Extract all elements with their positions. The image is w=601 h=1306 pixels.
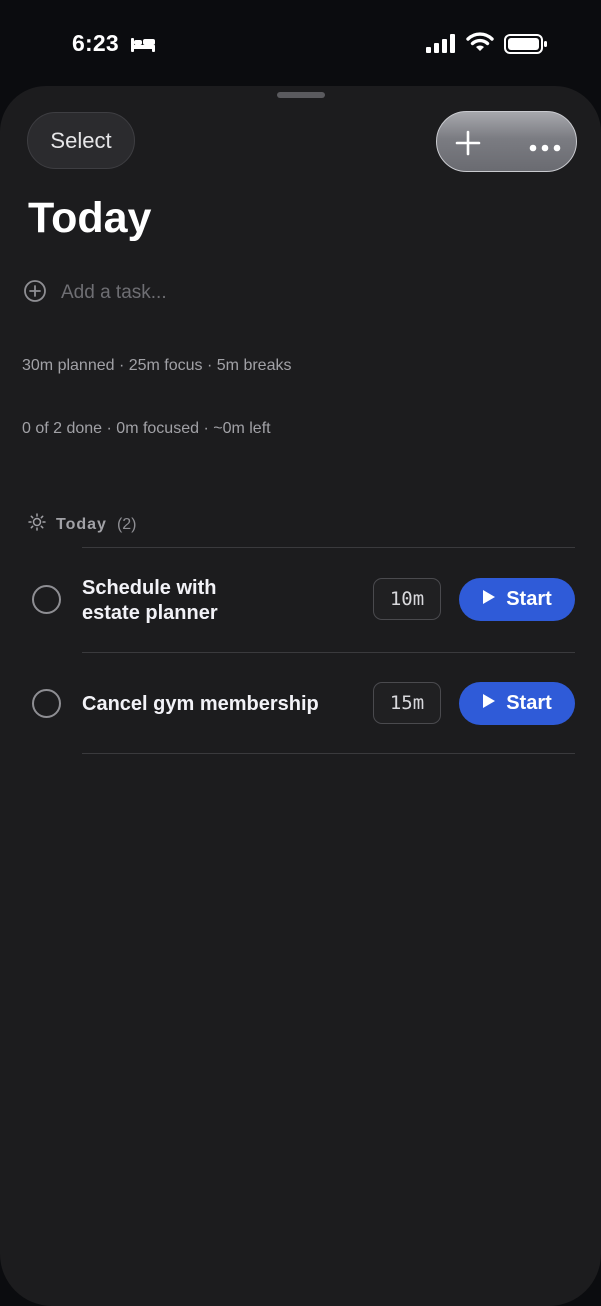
start-label: Start	[506, 588, 552, 610]
plus-icon[interactable]	[455, 130, 481, 161]
add-task-input[interactable]: Add a task...	[61, 282, 167, 304]
sheet-grabber[interactable]	[277, 92, 325, 98]
sun-icon	[28, 513, 46, 536]
duration-badge[interactable]: 15m	[373, 682, 441, 724]
section-header-today: Today (2)	[28, 513, 137, 536]
more-icon[interactable]	[529, 139, 561, 157]
select-button[interactable]: Select	[27, 112, 135, 169]
bed-icon	[130, 35, 156, 58]
status-time: 6:23	[72, 30, 119, 56]
action-pill	[436, 111, 577, 172]
play-icon	[482, 588, 496, 611]
task-title: Cancel gym membership	[82, 693, 319, 715]
signal-icon	[426, 34, 458, 59]
battery-icon	[504, 34, 548, 59]
status-bar: 6:23	[0, 0, 601, 88]
page-title: Today	[28, 194, 152, 242]
today-sheet: Select Today Add a task... 30m planned ·…	[0, 86, 601, 1306]
divider	[82, 547, 575, 548]
task-checkbox[interactable]	[32, 585, 61, 614]
wifi-icon	[466, 31, 494, 58]
progress-summary: 0 of 2 done · 0m focused · ~0m left	[22, 420, 271, 437]
play-icon	[482, 692, 496, 715]
duration-badge[interactable]: 10m	[373, 578, 441, 620]
task-checkbox[interactable]	[32, 689, 61, 718]
start-button[interactable]: Start	[459, 578, 575, 621]
divider	[82, 652, 575, 653]
start-button[interactable]: Start	[459, 682, 575, 725]
add-task-row[interactable]: Add a task...	[23, 279, 167, 308]
section-count: (2)	[116, 515, 137, 533]
section-label: Today	[56, 515, 107, 533]
task-title: Schedule with estate planner	[82, 577, 218, 624]
start-label: Start	[506, 692, 552, 714]
planned-summary: 30m planned · 25m focus · 5m breaks	[22, 357, 292, 374]
divider	[82, 753, 575, 754]
add-circle-icon[interactable]	[23, 279, 47, 308]
